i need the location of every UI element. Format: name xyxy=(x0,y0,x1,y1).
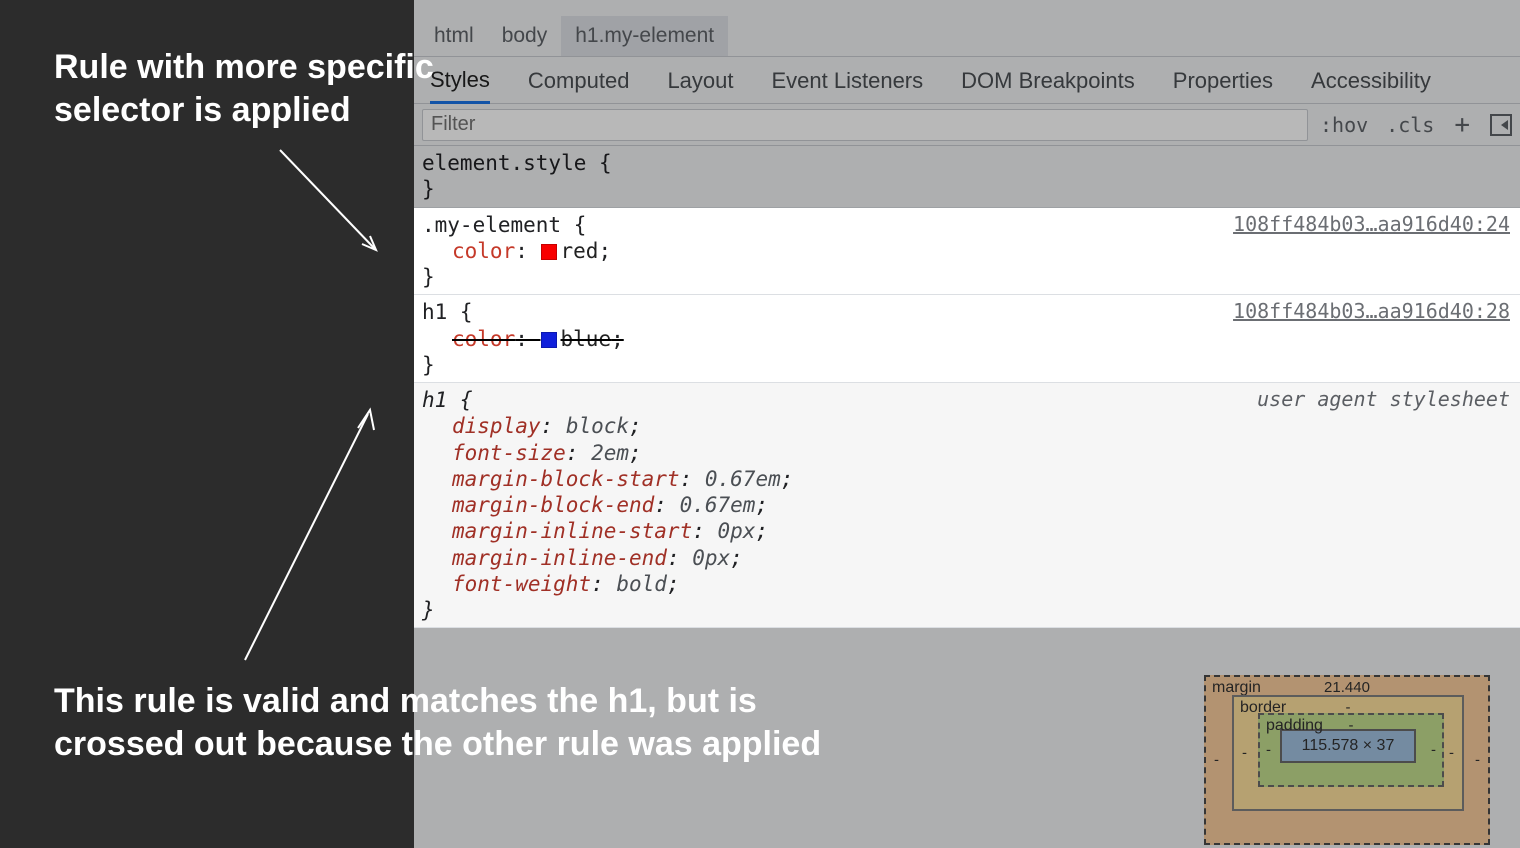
rule-user-agent: user agent stylesheet h1 { display: bloc… xyxy=(414,383,1520,628)
rule-h1[interactable]: 108ff484b03…aa916d40:28 h1 { color: blue… xyxy=(414,295,1520,383)
tab-dom-breakpoints[interactable]: DOM Breakpoints xyxy=(961,58,1135,102)
css-property[interactable]: color xyxy=(452,327,515,351)
box-model-margin-top[interactable]: 21.440 xyxy=(1324,679,1370,696)
css-value: 0.67em xyxy=(680,493,756,517)
source-link[interactable]: 108ff484b03…aa916d40:24 xyxy=(1233,212,1510,237)
box-model-margin-right[interactable]: - xyxy=(1475,752,1480,769)
box-model-padding[interactable]: padding - - - 115.578 × 37 xyxy=(1258,713,1444,787)
box-model-border-left[interactable]: - xyxy=(1242,745,1247,762)
tabs: Styles Computed Layout Event Listeners D… xyxy=(414,56,1520,104)
box-model-margin-left[interactable]: - xyxy=(1214,752,1219,769)
css-property: margin-block-start xyxy=(452,467,680,491)
css-value: bold xyxy=(616,572,667,596)
css-property: margin-block-end xyxy=(452,493,654,517)
hov-button[interactable]: :hov xyxy=(1314,111,1374,139)
color-swatch-icon[interactable] xyxy=(541,332,557,348)
arrow-top xyxy=(270,140,400,270)
sidebar-toggle-icon[interactable] xyxy=(1490,114,1512,136)
annotation-top-line1: Rule with more specific xyxy=(54,46,434,89)
box-model-padding-left[interactable]: - xyxy=(1266,742,1271,759)
declarations: display: block; font-size: 2em; margin-b… xyxy=(422,413,1512,597)
css-value: 0px xyxy=(718,519,756,543)
css-value: 0px xyxy=(692,546,730,570)
arrow-bottom xyxy=(230,400,390,680)
css-value: block xyxy=(566,414,629,438)
css-property[interactable]: color xyxy=(452,239,515,263)
annotation-bottom-line2: crossed out because the other rule was a… xyxy=(54,723,821,766)
tab-event-listeners[interactable]: Event Listeners xyxy=(772,58,924,102)
box-model-content-size: 115.578 × 37 xyxy=(1302,737,1395,755)
css-value: 0.67em xyxy=(705,467,781,491)
css-value[interactable]: red xyxy=(561,239,599,263)
css-property: margin-inline-end xyxy=(452,546,667,570)
close-brace: } xyxy=(422,597,1512,623)
annotation-top: Rule with more specific selector is appl… xyxy=(54,46,434,131)
box-model-border[interactable]: border - - - padding - - - 115.578 × 37 xyxy=(1232,695,1464,811)
annotation-top-line2: selector is applied xyxy=(54,89,434,132)
css-property: margin-inline-start xyxy=(452,519,692,543)
annotation-bottom-line1: This rule is valid and matches the h1, b… xyxy=(54,680,821,723)
rule-element-style[interactable]: element.style { } xyxy=(414,146,1520,208)
rule-my-element[interactable]: 108ff484b03…aa916d40:24 .my-element { co… xyxy=(414,208,1520,296)
annotation-bottom: This rule is valid and matches the h1, b… xyxy=(54,680,821,765)
close-brace: } xyxy=(422,176,1512,202)
box-model-padding-right[interactable]: - xyxy=(1431,742,1436,759)
breadcrumb-body[interactable]: body xyxy=(488,16,562,56)
color-swatch-icon[interactable] xyxy=(541,244,557,260)
source-link[interactable]: 108ff484b03…aa916d40:28 xyxy=(1233,299,1510,324)
breadcrumb-h1[interactable]: h1.my-element xyxy=(561,16,728,56)
box-model-border-right[interactable]: - xyxy=(1449,745,1454,762)
filter-input[interactable] xyxy=(422,109,1308,141)
css-property: font-weight xyxy=(452,572,591,596)
cls-button[interactable]: .cls xyxy=(1380,111,1440,139)
close-brace: } xyxy=(422,264,1512,290)
css-value[interactable]: blue xyxy=(561,327,612,351)
css-value: 2em xyxy=(591,441,629,465)
tab-layout[interactable]: Layout xyxy=(667,58,733,102)
declarations: color: blue; xyxy=(422,326,1512,352)
box-model-diagram: margin 21.440 - - border - - - padding -… xyxy=(1204,675,1490,845)
box-model-padding-top[interactable]: - xyxy=(1349,717,1354,734)
user-agent-label: user agent stylesheet xyxy=(1257,387,1510,412)
box-model-margin[interactable]: margin 21.440 - - border - - - padding -… xyxy=(1204,675,1490,845)
selector-element-style: element.style { xyxy=(422,150,1512,176)
tab-properties[interactable]: Properties xyxy=(1173,58,1273,102)
declarations: color: red; xyxy=(422,238,1512,264)
close-brace: } xyxy=(422,352,1512,378)
filter-bar: :hov .cls + xyxy=(414,104,1520,146)
tab-computed[interactable]: Computed xyxy=(528,58,630,102)
box-model-padding-label: padding xyxy=(1266,717,1323,735)
breadcrumbs: html body h1.my-element xyxy=(414,0,1520,56)
tab-accessibility[interactable]: Accessibility xyxy=(1311,58,1431,102)
new-style-rule-button[interactable]: + xyxy=(1446,112,1478,138)
css-property: font-size xyxy=(452,441,566,465)
tab-styles[interactable]: Styles xyxy=(430,57,490,104)
styles-rules: element.style { } 108ff484b03…aa916d40:2… xyxy=(414,146,1520,628)
css-property: display xyxy=(452,414,541,438)
